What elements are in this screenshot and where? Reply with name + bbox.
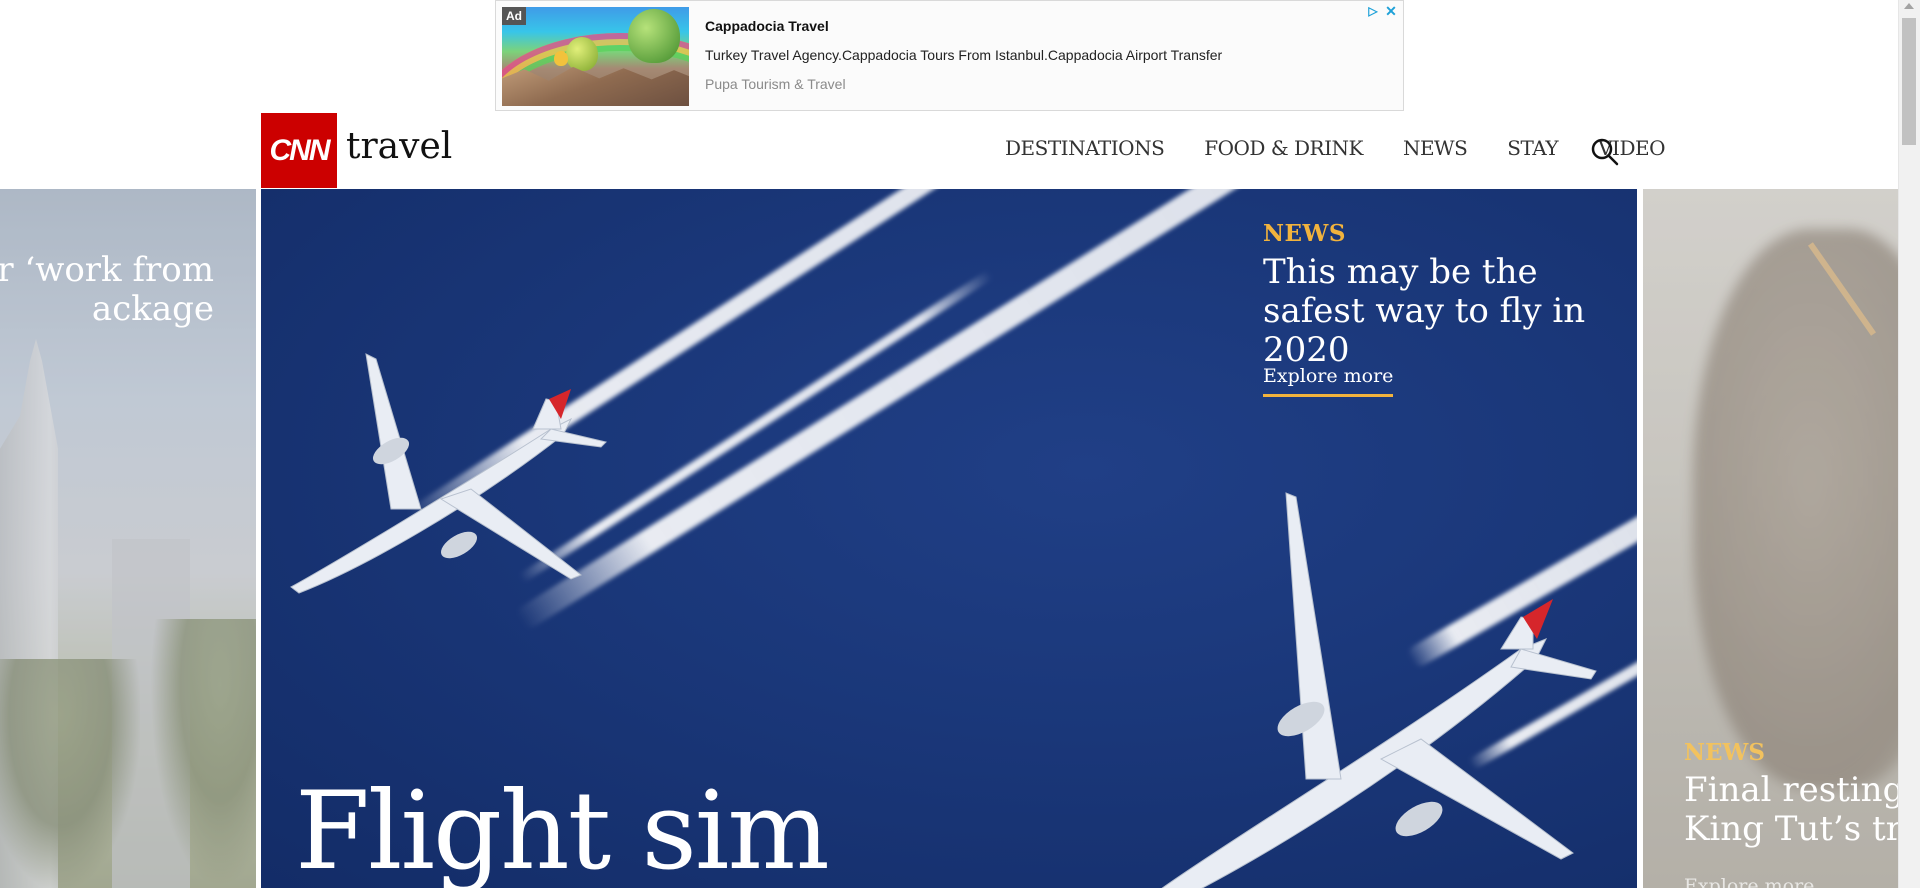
cnn-logo[interactable]: CNN (261, 113, 337, 188)
nav-item-stay[interactable]: STAY (1507, 136, 1558, 160)
carousel-slide-current[interactable]: NEWS This may be the safest way to fly i… (261, 189, 1637, 888)
airplane-image (1161, 492, 1597, 888)
page-scrollbar[interactable] (1898, 0, 1920, 888)
nav-item-destinations[interactable]: DESTINATIONS (1005, 136, 1165, 160)
nav-item-news[interactable]: NEWS (1403, 136, 1468, 160)
slide-category-label[interactable]: NEWS (1684, 739, 1765, 766)
scrollbar-thumb[interactable] (1902, 18, 1916, 145)
slide-big-title[interactable]: Flight sim (295, 769, 830, 888)
slide-category-label[interactable]: NEWS (1263, 220, 1346, 247)
brand-travel-word[interactable]: travel (346, 126, 452, 167)
slide-headline[interactable]: Final resting p King Tut’s trea (1684, 771, 1899, 849)
slide-headline[interactable]: fer ‘work from ackage (0, 251, 214, 329)
ad-advertiser[interactable]: Pupa Tourism & Travel (705, 76, 846, 92)
explore-more-link[interactable]: Explore more (1684, 875, 1814, 888)
ad-description[interactable]: Turkey Travel Agency.Cappadocia Tours Fr… (705, 47, 1222, 63)
slide-headline-line: King Tut’s trea (1684, 809, 1899, 849)
ad-badge: Ad (502, 7, 526, 25)
slide-headline-line: fer ‘work from (0, 250, 214, 290)
ad-image[interactable] (502, 7, 689, 106)
search-icon[interactable] (1589, 136, 1619, 166)
nav-item-food-drink[interactable]: FOOD & DRINK (1204, 136, 1363, 160)
ad-title[interactable]: Cappadocia Travel (705, 18, 829, 34)
carousel-slide-previous[interactable]: fer ‘work from ackage (0, 189, 256, 888)
slide-headline[interactable]: This may be the safest way to fly in 202… (1263, 253, 1623, 370)
scroll-up-arrow-icon[interactable] (1904, 3, 1914, 9)
airplane-image (290, 353, 607, 594)
close-icon[interactable]: ✕ (1383, 3, 1399, 19)
explore-more-link[interactable]: Explore more (1263, 365, 1394, 397)
slide-headline-line: Final resting p (1684, 770, 1899, 810)
slide-headline-line: ackage (91, 289, 214, 329)
carousel-slide-next[interactable]: NEWS Final resting p King Tut’s trea Exp… (1643, 189, 1899, 888)
adchoices-icon[interactable]: ▷ (1365, 3, 1381, 19)
ad-banner[interactable]: Ad Cappadocia Travel Turkey Travel Agenc… (495, 0, 1404, 111)
